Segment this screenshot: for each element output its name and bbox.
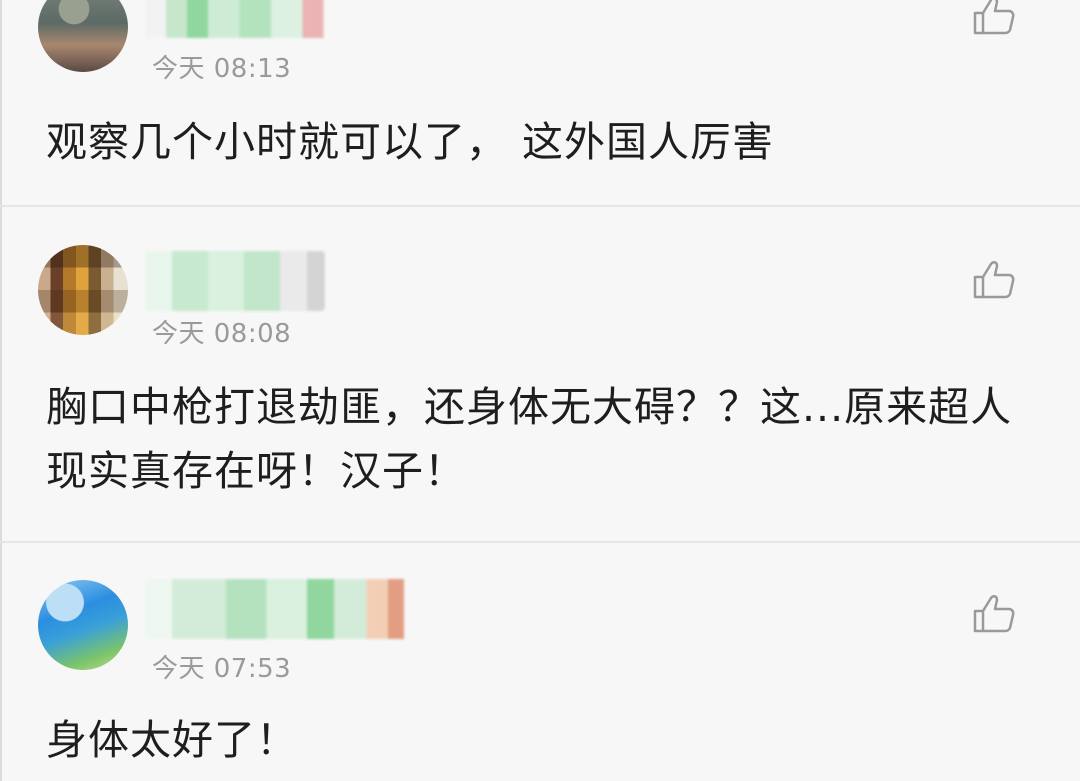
comment-timestamp: 今天 08:13 (152, 54, 292, 84)
username-blurred[interactable] (145, 251, 325, 311)
comment-timestamp: 今天 08:08 (152, 319, 292, 349)
avatar[interactable] (38, 0, 128, 72)
like-button[interactable] (972, 260, 1016, 300)
avatar[interactable] (38, 580, 128, 670)
thumbs-up-icon (973, 0, 1015, 35)
comment-item: 今天 08:08 胸口中枪打退劫匪，还身体无大碍？？这...原来超人现实真存在呀… (0, 207, 1080, 541)
comment-item: 今天 07:53 身体太好了！ (0, 543, 1080, 781)
comment-text: 身体太好了！ (46, 716, 298, 764)
thumbs-up-icon (973, 261, 1015, 299)
username-blurred[interactable] (145, 579, 415, 639)
like-button[interactable] (972, 594, 1016, 634)
thumbs-up-icon (973, 595, 1015, 633)
comment-item: 今天 08:13 观察几个小时就可以了， 这外国人厉害 (0, 0, 1080, 205)
comment-timestamp: 今天 07:53 (152, 654, 292, 684)
avatar[interactable] (38, 245, 128, 335)
username-blurred[interactable] (145, 0, 355, 38)
comment-text: 观察几个小时就可以了， 这外国人厉害 (46, 118, 775, 166)
like-button[interactable] (972, 0, 1016, 36)
comment-text: 胸口中枪打退劫匪，还身体无大碍？？这...原来超人现实真存在呀！汉子！ (46, 383, 1013, 495)
